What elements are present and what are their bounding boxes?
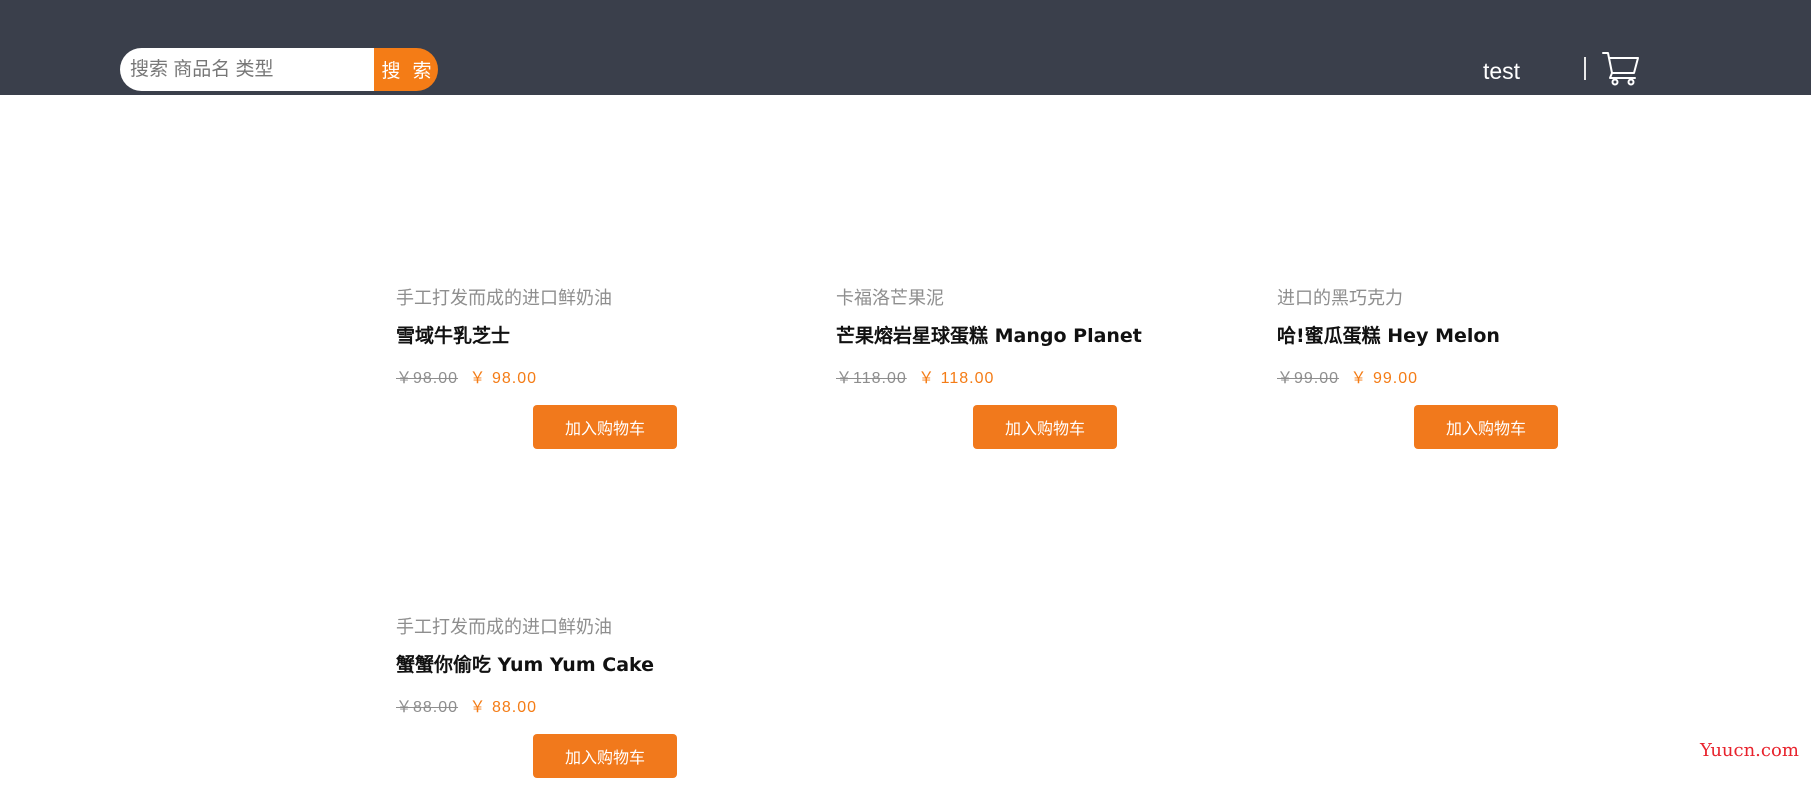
product-card: 卡福洛芒果泥 芒果熔岩星球蛋糕 Mango Planet ￥118.00 ￥ 1… [836,284,1142,454]
watermark: Yuucn.com [1700,740,1799,761]
search-bar: 搜 索 [120,48,438,91]
sale-price: ￥ 118.00 [918,370,995,387]
search-input[interactable] [120,48,374,91]
add-to-cart-button[interactable]: 加入购物车 [533,734,677,778]
header-divider [1584,57,1586,80]
product-price: ￥98.00 ￥ 98.00 [396,364,537,388]
product-title[interactable]: 芒果熔岩星球蛋糕 Mango Planet [836,321,1142,348]
username-link[interactable]: test [1483,56,1520,86]
product-price: ￥118.00 ￥ 118.00 [836,364,994,388]
product-subtitle: 手工打发而成的进口鲜奶油 [396,288,612,309]
add-to-cart-button[interactable]: 加入购物车 [973,405,1117,449]
top-navigation-bar: 搜 索 test [0,0,1811,95]
product-card: 手工打发而成的进口鲜奶油 蟹蟹你偷吃 Yum Yum Cake ￥88.00 ￥… [396,613,696,783]
original-price: ￥88.00 [396,699,459,716]
product-card: 进口的黑巧克力 哈!蜜瓜蛋糕 Hey Melon ￥99.00 ￥ 99.00 … [1277,284,1577,454]
sale-price: ￥ 88.00 [469,699,537,716]
original-price: ￥118.00 [836,370,907,387]
original-price: ￥98.00 [396,370,459,387]
product-card: 手工打发而成的进口鲜奶油 雪域牛乳芝士 ￥98.00 ￥ 98.00 加入购物车 [396,284,696,454]
product-price: ￥88.00 ￥ 88.00 [396,693,537,717]
product-price: ￥99.00 ￥ 99.00 [1277,364,1418,388]
sale-price: ￥ 98.00 [469,370,537,387]
product-subtitle: 卡福洛芒果泥 [836,288,944,309]
cart-icon[interactable] [1602,49,1640,87]
add-to-cart-button[interactable]: 加入购物车 [533,405,677,449]
product-title[interactable]: 雪域牛乳芝士 [396,321,510,348]
sale-price: ￥ 99.00 [1350,370,1418,387]
original-price: ￥99.00 [1277,370,1340,387]
product-subtitle: 进口的黑巧克力 [1277,288,1403,309]
product-title[interactable]: 哈!蜜瓜蛋糕 Hey Melon [1277,321,1500,348]
add-to-cart-button[interactable]: 加入购物车 [1414,405,1558,449]
product-subtitle: 手工打发而成的进口鲜奶油 [396,617,612,638]
product-title[interactable]: 蟹蟹你偷吃 Yum Yum Cake [396,650,654,677]
search-button[interactable]: 搜 索 [374,48,438,91]
